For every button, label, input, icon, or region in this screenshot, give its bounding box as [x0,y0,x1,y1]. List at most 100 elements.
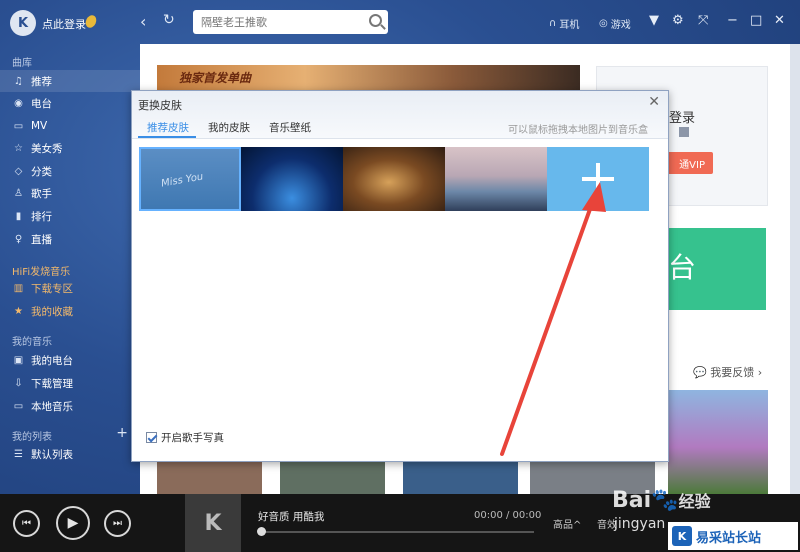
earphone-button[interactable]: ∩ 耳机 [549,16,579,31]
feedback-link[interactable]: 💬 我要反馈 › [693,364,762,380]
skin-shirt-icon[interactable]: ▼ [649,13,659,28]
radio-box-icon: ▣ [13,354,24,366]
sidebar-section-library: 曲库 [12,58,32,69]
sidebar-item-beauty-show[interactable]: ☆ 美女秀 [0,137,140,159]
search-box [193,10,388,34]
paw-icon: 🐾 [651,488,679,513]
progress-bar[interactable] [260,531,534,533]
star-icon: ☆ [14,142,23,154]
sidebar-item-download-manager[interactable]: ⇩ 下载管理 [0,372,140,394]
jingyan-watermark: jingyan [614,516,666,532]
album-thumb[interactable] [280,462,385,494]
skin-thumb-miss-you[interactable]: Miss You [139,147,241,211]
sidebar-item-mv[interactable]: ▭ MV [0,115,140,137]
music-note-icon: ♫ [14,75,23,87]
sidebar-item-recommend[interactable]: ♫ 推荐 [0,70,140,92]
sidebar-item-live[interactable]: ♀ 直播 [0,228,140,250]
sidebar-item-label: 电台 [31,97,52,110]
site-name: 易采站长站 [696,530,762,546]
list-icon: ☰ [14,448,23,460]
earphone-label: 耳机 [559,20,580,31]
skin-thumb-text: Miss You [160,171,205,190]
plus-icon [582,163,614,195]
album-thumb[interactable] [403,462,518,494]
settings-gear-icon[interactable]: ⚙ [672,13,684,28]
skin-thumb-sea[interactable] [445,147,547,211]
tab-music-wallpaper[interactable]: 音乐壁纸 [269,120,311,135]
star-filled-icon: ★ [14,305,23,317]
back-icon[interactable]: ‹ [140,12,146,31]
sidebar-section-hifi: HiFi发烧音乐 [12,267,71,278]
minimize-icon[interactable]: − [727,13,738,28]
mv-icon: ▭ [13,120,24,132]
add-list-icon[interactable]: + [116,425,128,441]
change-skin-dialog: 更换皮肤 ✕ 推荐皮肤 我的皮肤 音乐壁纸 可以鼠标拖拽本地图片到音乐盒 Mis… [131,90,669,462]
sidebar-item-local-music[interactable]: ▭ 本地音乐 [0,395,140,417]
flower-photo-tile[interactable] [668,390,768,494]
microphone-icon: ♀ [14,233,23,245]
sidebar-item-ranking[interactable]: ▮ 排行 [0,205,140,227]
tab-recommended-skins[interactable]: 推荐皮肤 [147,120,189,135]
sidebar-section-my-music: 我的音乐 [12,337,52,348]
search-input[interactable] [193,10,353,34]
sidebar-item-default-list[interactable]: ☰ 默认列表 [0,443,140,465]
sidebar-item-label: MV [31,120,48,132]
singer-photo-option[interactable]: 开启歌手写真 [146,430,224,445]
login-link[interactable]: 点此登录 [42,16,86,32]
site-watermark: K 易采站长站 [668,522,798,550]
vip-mark-icon [679,127,689,137]
tab-my-skins[interactable]: 我的皮肤 [208,120,250,135]
maximize-icon[interactable]: □ [750,13,762,28]
sidebar-item-my-radio[interactable]: ▣ 我的电台 [0,349,140,371]
next-track-icon[interactable]: ⏭ [104,510,131,537]
game-label: 游戏 [610,20,631,31]
singer-photo-label: 开启歌手写真 [161,432,224,444]
drag-hint-text: 可以鼠标拖拽本地图片到音乐盒 [508,125,648,136]
sidebar-item-radio[interactable]: ◉ 电台 [0,92,140,114]
song-title: 好音质 用酷我 [258,511,325,523]
title-bar: K 点此登录 ‹ ↻ ∩ 耳机 ◎ 游戏 ▼ ⚙ ⤧ − □ ✕ [0,0,800,44]
equalizer-icon: ▥ [13,282,24,294]
sidebar-item-my-favorites[interactable]: ★ 我的收藏 [0,300,140,322]
sidebar-item-label: 下载管理 [31,377,73,390]
add-custom-skin-button[interactable] [547,147,649,211]
skin-thumb-earth[interactable] [241,147,343,211]
person-icon: ♙ [14,187,23,199]
kuwo-logo-icon[interactable]: K [10,10,36,36]
sidebar-section-my-lists: 我的列表 [12,432,52,443]
sidebar-item-label: 美女秀 [31,142,63,155]
play-icon[interactable]: ▶ [56,506,90,540]
sidebar-item-label: 本地音乐 [31,400,73,413]
game-button[interactable]: ◎ 游戏 [599,16,631,31]
sidebar-item-singer[interactable]: ♙ 歌手 [0,182,140,204]
scrollbar-track[interactable] [790,44,800,494]
active-tab-indicator [138,136,196,138]
sidebar-item-category[interactable]: ◇ 分类 [0,160,140,182]
baidu-watermark-text: Bai [612,488,652,513]
monitor-icon: ▭ [13,400,24,412]
download-icon: ⇩ [14,377,23,389]
close-icon[interactable]: ✕ [774,13,785,28]
dialog-close-icon[interactable]: ✕ [648,94,660,110]
sidebar-item-label: 我的收藏 [31,305,73,318]
site-logo-icon: K [672,526,692,546]
bar-chart-icon: ▮ [15,210,22,222]
sidebar-item-label: 我的电台 [31,354,73,367]
search-icon[interactable] [369,14,382,27]
progress-knob[interactable] [257,527,266,536]
skin-thumb-snail[interactable] [343,147,445,211]
sidebar-item-download-zone[interactable]: ▥ 下载专区 [0,277,140,299]
mini-mode-icon[interactable]: ⤧ [698,13,708,28]
singer-photo-checkbox[interactable] [146,432,157,443]
album-thumb[interactable] [157,462,262,494]
quality-selector[interactable]: 高品^ [553,516,581,531]
login-card-text[interactable]: 登录 [669,107,695,126]
sidebar-item-label: 歌手 [31,187,52,200]
previous-track-icon[interactable]: ⏮ [13,510,40,537]
refresh-icon[interactable]: ↻ [163,12,175,28]
gamepad-icon: ◎ [599,18,608,29]
sidebar-item-label: 下载专区 [31,282,73,295]
album-cover[interactable]: K [185,494,241,552]
banner-title: 独家首发单曲 [179,71,252,85]
quality-label: 高品 [553,520,573,531]
